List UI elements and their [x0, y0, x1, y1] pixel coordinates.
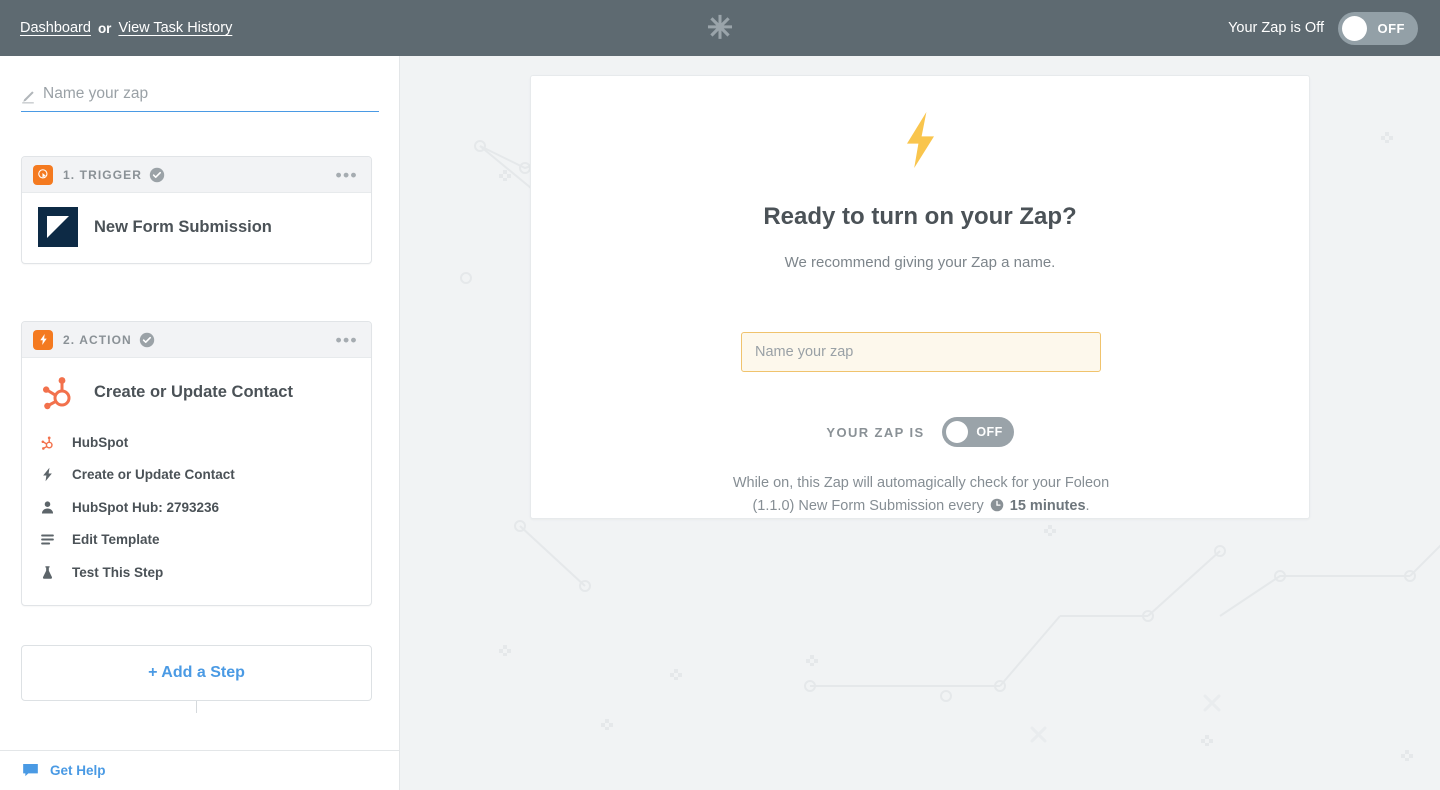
- your-zap-is-label: YOUR ZAP IS: [826, 424, 925, 440]
- zap-state-label: Your Zap is Off: [1228, 20, 1324, 36]
- lines-icon: [38, 531, 56, 549]
- header-zap-toggle[interactable]: OFF: [1338, 11, 1418, 45]
- trigger-card-header: 1. TRIGGER •••: [22, 157, 371, 193]
- foleon-logo-icon: [38, 207, 78, 247]
- cursor-target-icon: [33, 164, 53, 185]
- main-canvas: Ready to turn on your Zap? We recommend …: [400, 56, 1440, 790]
- zap-editor-sidebar: Add a note 1. TRIGGER •••: [0, 56, 400, 790]
- action-card-body: Create or Update Contact HubSpot Create …: [22, 358, 371, 605]
- trigger-step-card[interactable]: 1. TRIGGER ••• New Form Submission: [21, 156, 372, 264]
- detail-row-edit-template[interactable]: Edit Template: [38, 524, 355, 557]
- chat-bubble-icon: [22, 763, 39, 778]
- action-card-header: 2. ACTION •••: [22, 322, 371, 358]
- person-icon: [38, 498, 56, 516]
- trigger-app-title: New Form Submission: [94, 217, 272, 236]
- pencil-icon: [21, 90, 35, 104]
- panel-footer-note: While on, this Zap will automagically ch…: [591, 472, 1251, 520]
- detail-row-test-this-step[interactable]: Test This Step: [38, 556, 355, 589]
- flask-icon: [38, 563, 56, 581]
- footer-interval: 15 minutes: [1009, 498, 1086, 515]
- trigger-menu-icon[interactable]: •••: [336, 166, 358, 183]
- dashboard-link[interactable]: Dashboard: [20, 20, 91, 36]
- zap-state-group: Your Zap is Off OFF: [1228, 0, 1418, 56]
- detail-label: HubSpot Hub: 2793236: [72, 499, 220, 515]
- zapier-asterisk-icon: [706, 13, 734, 41]
- check-circle-icon: [139, 332, 155, 348]
- detail-label: HubSpot: [72, 434, 129, 450]
- action-step-card[interactable]: 2. ACTION ••• Create or Update Contact H…: [21, 321, 372, 606]
- zap-name-field[interactable]: [741, 332, 1101, 372]
- top-bar: Dashboard or View Task History Your Zap …: [0, 0, 1440, 56]
- zap-name-input[interactable]: [43, 85, 363, 108]
- footer-line-1: While on, this Zap will automagically ch…: [732, 475, 1110, 491]
- panel-zap-toggle[interactable]: OFF: [941, 417, 1014, 447]
- detail-label: Test This Step: [72, 564, 164, 580]
- action-app-row: Create or Update Contact: [38, 372, 355, 412]
- trigger-app-row: New Form Submission: [38, 207, 355, 247]
- add-a-step-button[interactable]: + Add a Step: [21, 645, 372, 701]
- action-menu-icon[interactable]: •••: [336, 331, 358, 348]
- action-app-title: Create or Update Contact: [94, 382, 293, 401]
- toggle-state-label: OFF: [976, 425, 1003, 439]
- detail-row-hubspot-hub[interactable]: HubSpot Hub: 2793236: [38, 491, 355, 524]
- detail-label: Edit Template: [72, 532, 160, 548]
- zap-toggle-row: YOUR ZAP IS OFF: [531, 417, 1309, 447]
- zap-name-row[interactable]: [21, 82, 379, 112]
- turn-on-zap-panel: Ready to turn on your Zap? We recommend …: [530, 75, 1310, 519]
- action-step-label: 2. ACTION: [63, 332, 132, 347]
- view-task-history-link[interactable]: View Task History: [118, 20, 232, 36]
- hubspot-sprocket-icon: [38, 433, 56, 451]
- panel-subtitle: We recommend giving your Zap a name.: [784, 254, 1056, 271]
- check-circle-icon: [149, 167, 165, 183]
- footer-line-2-prefix: (1.1.0) New Form Submission every: [752, 498, 984, 515]
- get-help-link[interactable]: Get Help: [50, 763, 106, 778]
- detail-label: Create or Update Contact: [72, 467, 235, 483]
- toggle-state-label: OFF: [1377, 20, 1405, 36]
- toggle-knob: [945, 421, 968, 443]
- trigger-card-body: New Form Submission: [22, 193, 371, 263]
- panel-title: Ready to turn on your Zap?: [763, 203, 1077, 230]
- toggle-knob: [1342, 15, 1367, 41]
- lightning-bolt-icon: [901, 112, 939, 168]
- nav-separator: or: [97, 20, 112, 36]
- footer-period: .: [1085, 498, 1090, 515]
- detail-row-create-update-contact[interactable]: Create or Update Contact: [38, 459, 355, 492]
- lightning-bolt-icon: [38, 466, 56, 484]
- detail-row-hubspot[interactable]: HubSpot: [38, 426, 355, 459]
- sidebar-footer: Get Help: [0, 750, 399, 790]
- trigger-step-label: 1. TRIGGER: [63, 167, 143, 182]
- top-bar-nav: Dashboard or View Task History: [20, 0, 232, 56]
- lightning-bolt-icon: [33, 329, 53, 350]
- clock-icon: [990, 498, 1008, 516]
- action-detail-list: HubSpot Create or Update Contact HubSpot…: [38, 426, 355, 589]
- hubspot-logo-icon: [38, 372, 78, 412]
